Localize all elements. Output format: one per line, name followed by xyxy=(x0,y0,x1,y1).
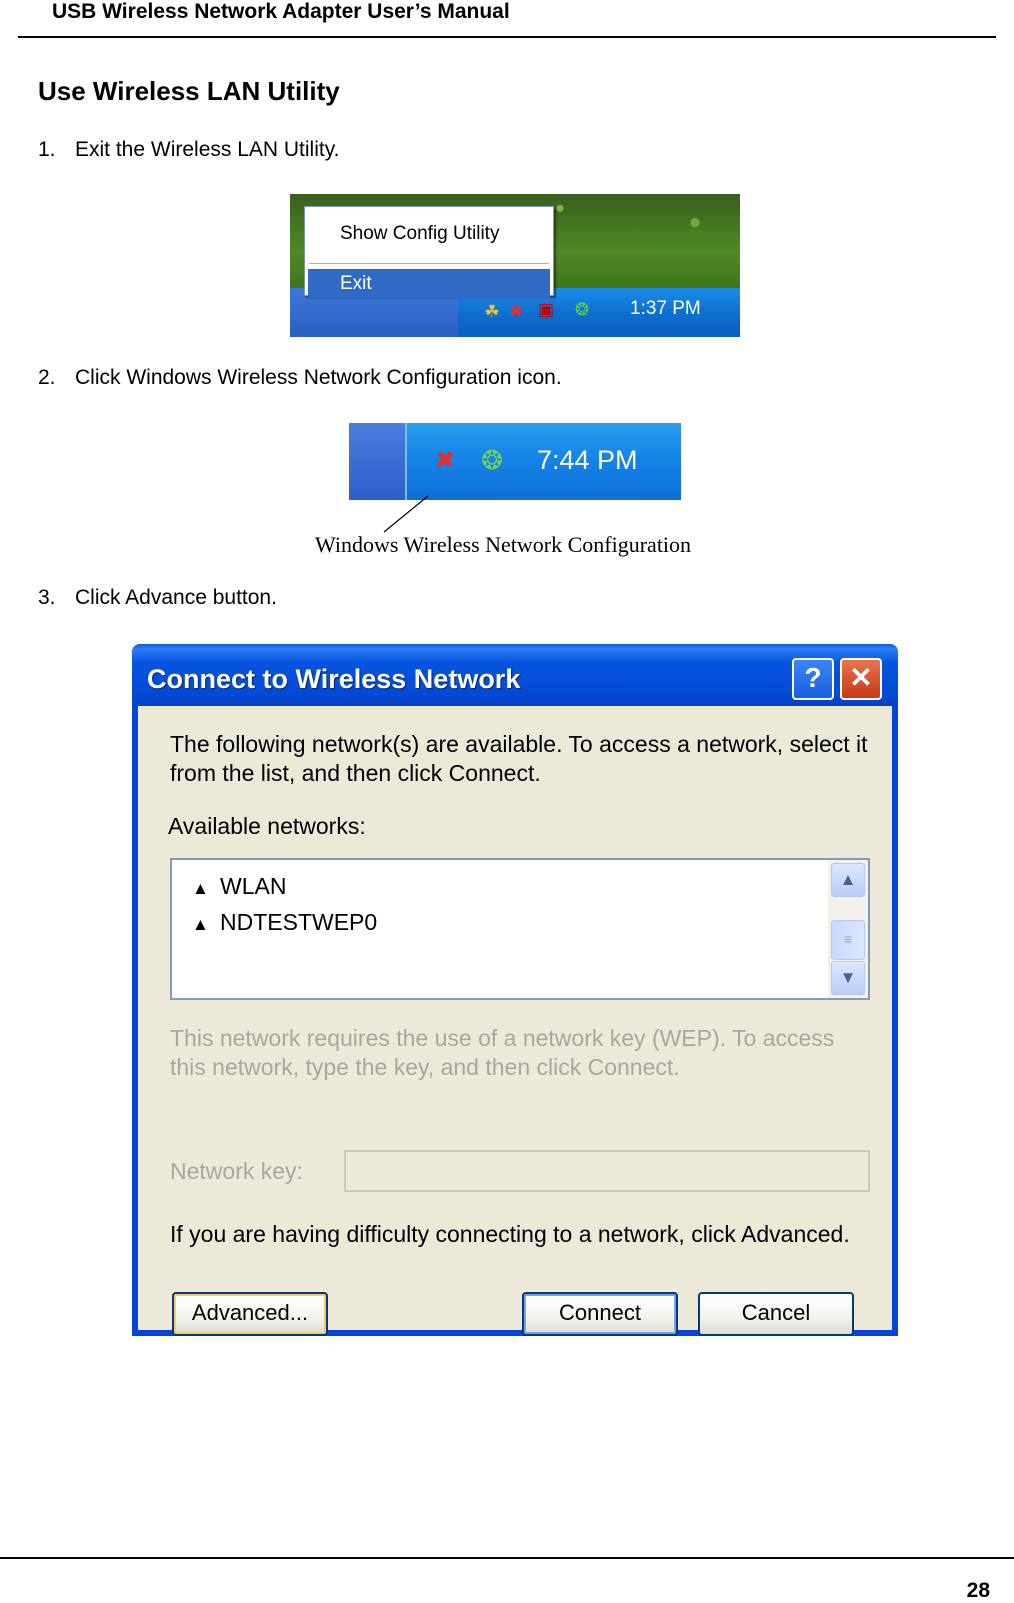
scroll-down-button[interactable]: ▼ xyxy=(831,961,865,995)
cancel-button[interactable]: Cancel xyxy=(698,1292,854,1336)
advanced-button[interactable]: Advanced... xyxy=(172,1292,328,1336)
callout-line xyxy=(383,495,429,533)
close-icon: ✕ xyxy=(849,662,873,693)
step-3: 3. Click Advance button. xyxy=(38,586,277,610)
help-button[interactable]: ? xyxy=(792,658,834,700)
available-networks-list[interactable]: ▲ WLAN ▲ NDTESTWEP0 ▲ ≡ ▼ xyxy=(170,858,870,1000)
connect-button[interactable]: Connect xyxy=(522,1292,678,1336)
available-networks-label: Available networks: xyxy=(168,813,366,839)
list-item[interactable]: ▲ NDTESTWEP0 xyxy=(192,906,377,938)
scroll-up-button[interactable]: ▲ xyxy=(831,863,865,897)
chevron-down-icon: ▼ xyxy=(839,968,857,987)
callout-label: Windows Wireless Network Configuration xyxy=(315,532,692,557)
footer-rule xyxy=(0,1557,1014,1559)
vertical-scrollbar[interactable]: ▲ ≡ ▼ xyxy=(828,860,868,998)
antenna-icon: ▲ xyxy=(192,879,209,898)
scroll-thumb[interactable]: ≡ xyxy=(831,920,865,960)
difficulty-text: If you are having difficulty connecting … xyxy=(170,1221,850,1247)
close-button[interactable]: ✕ xyxy=(840,658,882,700)
question-mark-icon: ? xyxy=(804,662,822,693)
network-name: NDTESTWEP0 xyxy=(220,909,378,935)
chevron-up-icon: ▲ xyxy=(839,870,857,889)
page-number: 28 xyxy=(966,1579,990,1602)
network-name: WLAN xyxy=(220,873,287,899)
step-number: 3. xyxy=(38,586,56,609)
dialog-title: Connect to Wireless Network xyxy=(147,664,521,694)
wep-note: This network requires the use of a netwo… xyxy=(170,1025,835,1080)
network-key-input[interactable] xyxy=(344,1150,870,1192)
list-item[interactable]: ▲ WLAN xyxy=(192,870,286,902)
step-text: Click Advance button. xyxy=(75,586,277,609)
dialog-body: The following network(s) are available. … xyxy=(138,706,892,1336)
network-key-label: Network key: xyxy=(170,1158,303,1184)
antenna-icon: ▲ xyxy=(192,915,209,934)
intro-text: The following network(s) are available. … xyxy=(170,731,868,786)
connect-wireless-dialog: Connect to Wireless Network ? ✕ The foll… xyxy=(132,644,898,1336)
